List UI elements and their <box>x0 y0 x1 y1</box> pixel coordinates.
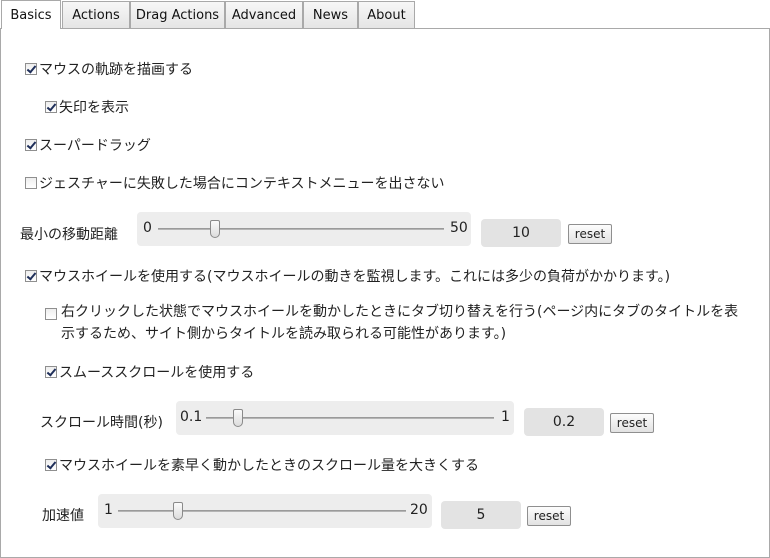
super-drag-option[interactable]: スーパードラッグ <box>25 135 151 155</box>
acceleration-track[interactable] <box>118 510 406 512</box>
scroll-time-value: 0.2 <box>524 408 604 436</box>
no-context-menu-checkbox[interactable] <box>25 177 37 189</box>
acceleration-reset-button[interactable]: reset <box>527 506 571 526</box>
scroll-time-reset-button[interactable]: reset <box>610 413 654 433</box>
accelerate-label: マウスホイールを素早く動かしたときのスクロール量を大きくする <box>59 458 479 474</box>
tab-switch-label: 右クリックした状態でマウスホイールを動かしたときにタブ切り替えを行う(ページ内に… <box>61 304 739 342</box>
show-arrow-option[interactable]: 矢印を表示 <box>45 97 129 117</box>
acceleration-label: 加速値 <box>42 508 84 524</box>
super-drag-checkbox[interactable] <box>25 139 37 151</box>
no-context-menu-label: ジェスチャーに失敗した場合にコンテキストメニューを出さない <box>39 176 445 192</box>
acceleration-max: 20 <box>410 502 428 518</box>
tab-news[interactable]: News <box>303 1 358 29</box>
scroll-time-label: スクロール時間(秒) <box>40 415 163 431</box>
no-context-menu-option[interactable]: ジェスチャーに失敗した場合にコンテキストメニューを出さない <box>25 173 444 193</box>
smooth-scroll-label: スムーススクロールを使用する <box>59 365 255 381</box>
smooth-scroll-checkbox[interactable] <box>45 366 57 378</box>
accelerate-option[interactable]: マウスホイールを素早く動かしたときのスクロール量を大きくする <box>45 455 479 475</box>
min-distance-reset-button[interactable]: reset <box>568 224 612 244</box>
draw-trail-option[interactable]: マウスの軌跡を描画する <box>25 59 193 79</box>
min-distance-slider[interactable]: 0 50 <box>137 212 471 246</box>
accelerate-checkbox[interactable] <box>45 459 57 471</box>
scroll-time-min: 0.1 <box>180 409 203 425</box>
scroll-time-track[interactable] <box>206 417 494 419</box>
tab-about[interactable]: About <box>358 1 415 29</box>
tab-advanced[interactable]: Advanced <box>225 1 303 29</box>
scroll-time-slider[interactable]: 0.1 1 <box>176 401 514 435</box>
tab-drag-actions[interactable]: Drag Actions <box>130 1 225 29</box>
tab-switch-checkbox[interactable] <box>45 308 57 320</box>
draw-trail-checkbox[interactable] <box>25 63 37 75</box>
smooth-scroll-option[interactable]: スムーススクロールを使用する <box>45 362 254 382</box>
draw-trail-label: マウスの軌跡を描画する <box>39 62 193 78</box>
use-wheel-label: マウスホイールを使用する(マウスホイールの動きを監視します。これには多少の負荷が… <box>39 269 671 285</box>
min-distance-max: 50 <box>450 220 468 236</box>
show-arrow-label: 矢印を表示 <box>59 100 129 116</box>
acceleration-value: 5 <box>441 501 521 529</box>
super-drag-label: スーパードラッグ <box>39 138 151 154</box>
show-arrow-checkbox[interactable] <box>45 101 57 113</box>
basics-panel: マウスの軌跡を描画する 矢印を表示 スーパードラッグ ジェスチャーに失敗した場合… <box>0 28 770 558</box>
scroll-time-max: 1 <box>501 409 510 425</box>
acceleration-thumb[interactable] <box>173 502 184 520</box>
tab-basics[interactable]: Basics <box>1 0 61 29</box>
tab-bar: Basics Actions Drag Actions Advanced New… <box>0 0 770 29</box>
acceleration-min: 1 <box>104 502 113 518</box>
min-distance-thumb[interactable] <box>210 220 221 238</box>
use-wheel-option[interactable]: マウスホイールを使用する(マウスホイールの動きを監視します。これには多少の負荷が… <box>25 266 670 286</box>
acceleration-slider[interactable]: 1 20 <box>98 494 432 528</box>
tab-actions[interactable]: Actions <box>62 1 130 29</box>
scroll-time-thumb[interactable] <box>232 409 243 427</box>
min-distance-value: 10 <box>481 219 561 247</box>
min-distance-min: 0 <box>143 220 152 236</box>
min-distance-track[interactable] <box>158 228 444 230</box>
min-distance-label: 最小の移動距離 <box>20 227 118 243</box>
use-wheel-checkbox[interactable] <box>25 270 37 282</box>
